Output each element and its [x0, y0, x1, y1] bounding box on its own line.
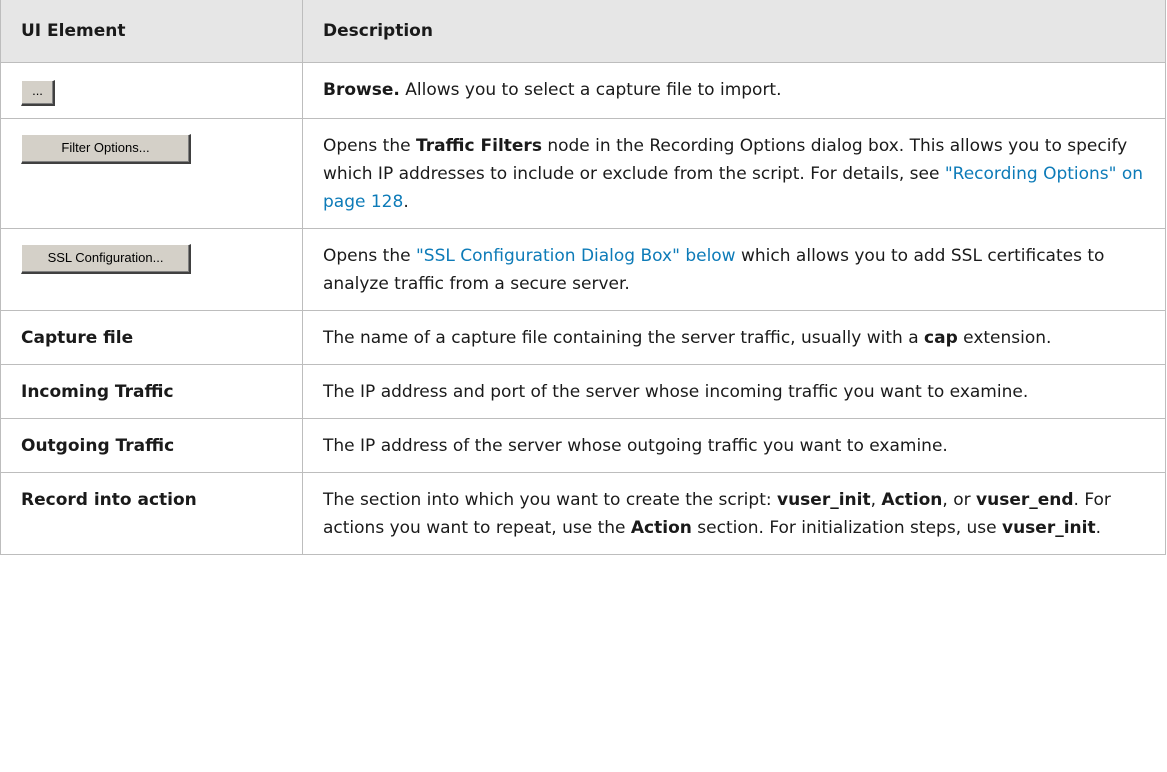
row-description-cell: Opens the Traffic Filters node in the Re… — [302, 118, 1166, 229]
row-description-cell: Browse. Allows you to select a capture f… — [302, 62, 1166, 119]
ui-element-table: UI Element Description ... Browse. Allow… — [0, 0, 1166, 555]
vuser-end-term: vuser_end — [976, 490, 1074, 510]
capture-desc-part2: extension. — [957, 328, 1052, 348]
record-desc-part6: . — [1095, 518, 1102, 538]
capture-file-label: Capture file — [0, 310, 303, 365]
row-element-cell: SSL Configuration... — [0, 228, 303, 311]
row-description-cell: The section into which you want to creat… — [302, 472, 1166, 555]
row-element-cell: ... — [0, 62, 303, 119]
table-header-row: UI Element Description — [0, 0, 1166, 63]
record-desc-part1: The section into which you want to creat… — [323, 490, 777, 510]
filter-options-button[interactable]: Filter Options... — [21, 134, 191, 164]
vuser-init-section-term: vuser_init — [1002, 518, 1096, 538]
action-section-term: Action — [630, 518, 692, 538]
filter-desc-part3: . — [403, 192, 409, 212]
record-desc-part3: , or — [942, 490, 977, 510]
header-description: Description — [302, 0, 1166, 63]
browse-term: Browse. — [323, 80, 400, 100]
table-row-ssl-configuration: SSL Configuration... Opens the "SSL Conf… — [0, 228, 1166, 311]
outgoing-traffic-label: Outgoing Traffic — [0, 418, 303, 473]
record-desc-part2: , — [870, 490, 882, 510]
row-description-cell: Opens the "SSL Configuration Dialog Box"… — [302, 228, 1166, 311]
table-row-outgoing-traffic: Outgoing Traffic The IP address of the s… — [0, 418, 1166, 473]
table-row-incoming-traffic: Incoming Traffic The IP address and port… — [0, 364, 1166, 419]
capture-desc-part1: The name of a capture file containing th… — [323, 328, 925, 348]
table-row-filter-options: Filter Options... Opens the Traffic Filt… — [0, 118, 1166, 229]
row-description-cell: The name of a capture file containing th… — [302, 310, 1166, 365]
table-row-browse: ... Browse. Allows you to select a captu… — [0, 62, 1166, 119]
incoming-traffic-description: The IP address and port of the server wh… — [302, 364, 1166, 419]
browse-description: Allows you to select a capture file to i… — [399, 80, 782, 100]
record-desc-part5: section. For initialization steps, use — [691, 518, 1002, 538]
filter-desc-part1: Opens the — [323, 136, 416, 156]
header-ui-element: UI Element — [0, 0, 303, 63]
record-into-action-label: Record into action — [0, 472, 303, 555]
ssl-desc-part1: Opens the — [323, 246, 416, 266]
ssl-configuration-dialog-link[interactable]: "SSL Configuration Dialog Box" below — [416, 246, 736, 266]
table-row-record-into-action: Record into action The section into whic… — [0, 472, 1166, 555]
cap-term: cap — [924, 328, 958, 348]
traffic-filters-term: Traffic Filters — [415, 136, 542, 156]
vuser-init-term: vuser_init — [777, 490, 871, 510]
ssl-configuration-button[interactable]: SSL Configuration... — [21, 244, 191, 274]
incoming-traffic-label: Incoming Traffic — [0, 364, 303, 419]
outgoing-traffic-description: The IP address of the server whose outgo… — [302, 418, 1166, 473]
table-row-capture-file: Capture file The name of a capture file … — [0, 310, 1166, 365]
row-element-cell: Filter Options... — [0, 118, 303, 229]
browse-button[interactable]: ... — [21, 80, 55, 106]
action-term: Action — [881, 490, 943, 510]
